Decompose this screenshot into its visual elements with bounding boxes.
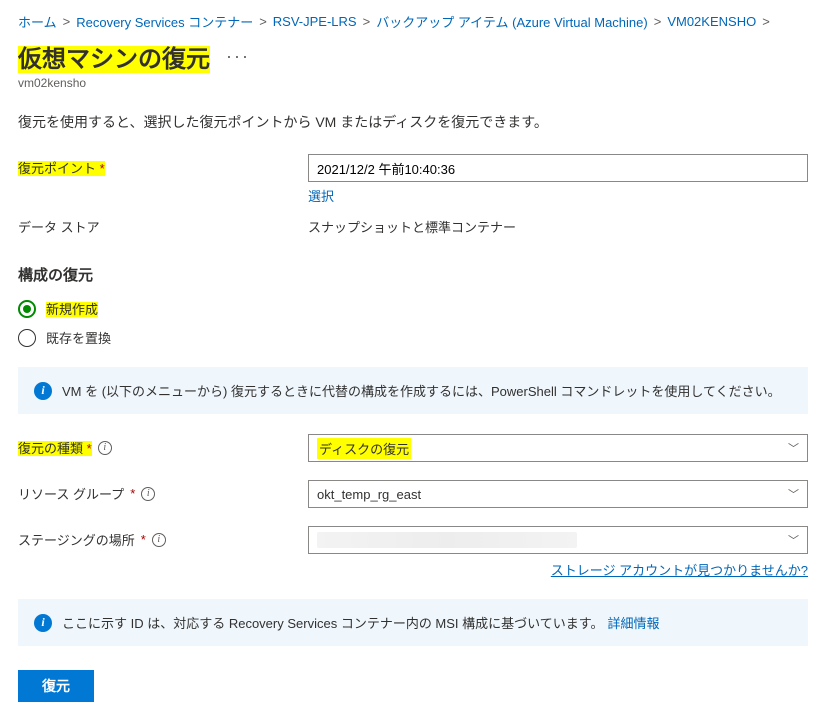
data-store-value: スナップショットと標準コンテナー — [308, 213, 808, 236]
page-title: 仮想マシンの復元 — [18, 39, 210, 74]
info-box-powershell: i VM を (以下のメニューから) 復元するときに代替の構成を作成するには、P… — [18, 367, 808, 414]
breadcrumb-backup-items[interactable]: バックアップ アイテム (Azure Virtual Machine) — [376, 12, 648, 31]
breadcrumb-home[interactable]: ホーム — [18, 12, 57, 31]
breadcrumb-rsv-name[interactable]: RSV-JPE-LRS — [273, 14, 357, 29]
restore-type-value: ディスクの復元 — [317, 438, 411, 459]
info-box-msi: i ここに示す ID は、対応する Recovery Services コンテナ… — [18, 599, 808, 646]
radio-label-new: 新規作成 — [46, 299, 98, 318]
staging-select[interactable]: ﹀ — [308, 526, 808, 554]
details-link[interactable]: 詳細情報 — [607, 616, 659, 631]
restore-point-select-link[interactable]: 選択 — [308, 189, 334, 204]
info-text: VM を (以下のメニューから) 復元するときに代替の構成を作成するには、Pow… — [62, 381, 781, 400]
staging-label: ステージングの場所 — [18, 530, 135, 549]
restore-type-label: 復元の種類 * — [18, 438, 92, 457]
info-icon[interactable]: i — [98, 441, 112, 455]
config-restore-header: 構成の復元 — [18, 264, 808, 285]
chevron-right-icon: > — [762, 14, 770, 29]
resource-group-select[interactable]: okt_temp_rg_east ﹀ — [308, 480, 808, 508]
data-store-label: データ ストア — [18, 217, 100, 236]
breadcrumb-vm-name[interactable]: VM02KENSHO — [667, 14, 756, 29]
info-icon[interactable]: i — [152, 533, 166, 547]
chevron-right-icon: > — [63, 14, 71, 29]
chevron-right-icon: > — [363, 14, 371, 29]
more-actions-button[interactable]: ··· — [222, 46, 254, 67]
info-icon: i — [34, 614, 52, 632]
radio-option-new[interactable]: 新規作成 — [18, 299, 808, 318]
chevron-right-icon: > — [654, 14, 662, 29]
radio-icon — [18, 329, 36, 347]
radio-option-replace[interactable]: 既存を置換 — [18, 328, 808, 347]
description-text: 復元を使用すると、選択した復元ポイントから VM またはディスクを復元できます。 — [18, 112, 808, 132]
radio-icon — [18, 300, 36, 318]
info-icon: i — [34, 382, 52, 400]
page-subtitle: vm02kensho — [18, 76, 808, 90]
chevron-down-icon: ﹀ — [788, 440, 799, 456]
restore-button[interactable]: 復元 — [18, 670, 94, 702]
storage-account-help-link[interactable]: ストレージ アカウントが見つかりませんか? — [551, 563, 808, 578]
chevron-down-icon: ﹀ — [788, 532, 799, 548]
breadcrumb-rsv-containers[interactable]: Recovery Services コンテナー — [76, 12, 253, 31]
restore-type-select[interactable]: ディスクの復元 ﹀ — [308, 434, 808, 462]
restore-point-label: 復元ポイント * — [18, 158, 105, 177]
info-msi-text: ここに示す ID は、対応する Recovery Services コンテナー内… — [62, 613, 659, 632]
breadcrumb: ホーム > Recovery Services コンテナー > RSV-JPE-… — [18, 12, 808, 31]
restore-point-input[interactable] — [308, 154, 808, 182]
resource-group-label: リソース グループ — [18, 484, 124, 503]
chevron-right-icon: > — [259, 14, 267, 29]
radio-label-replace: 既存を置換 — [46, 328, 111, 347]
required-marker: * — [130, 486, 135, 501]
resource-group-value: okt_temp_rg_east — [317, 487, 421, 502]
required-marker: * — [141, 532, 146, 547]
info-icon[interactable]: i — [141, 487, 155, 501]
chevron-down-icon: ﹀ — [788, 486, 799, 502]
staging-value-masked — [317, 532, 577, 548]
